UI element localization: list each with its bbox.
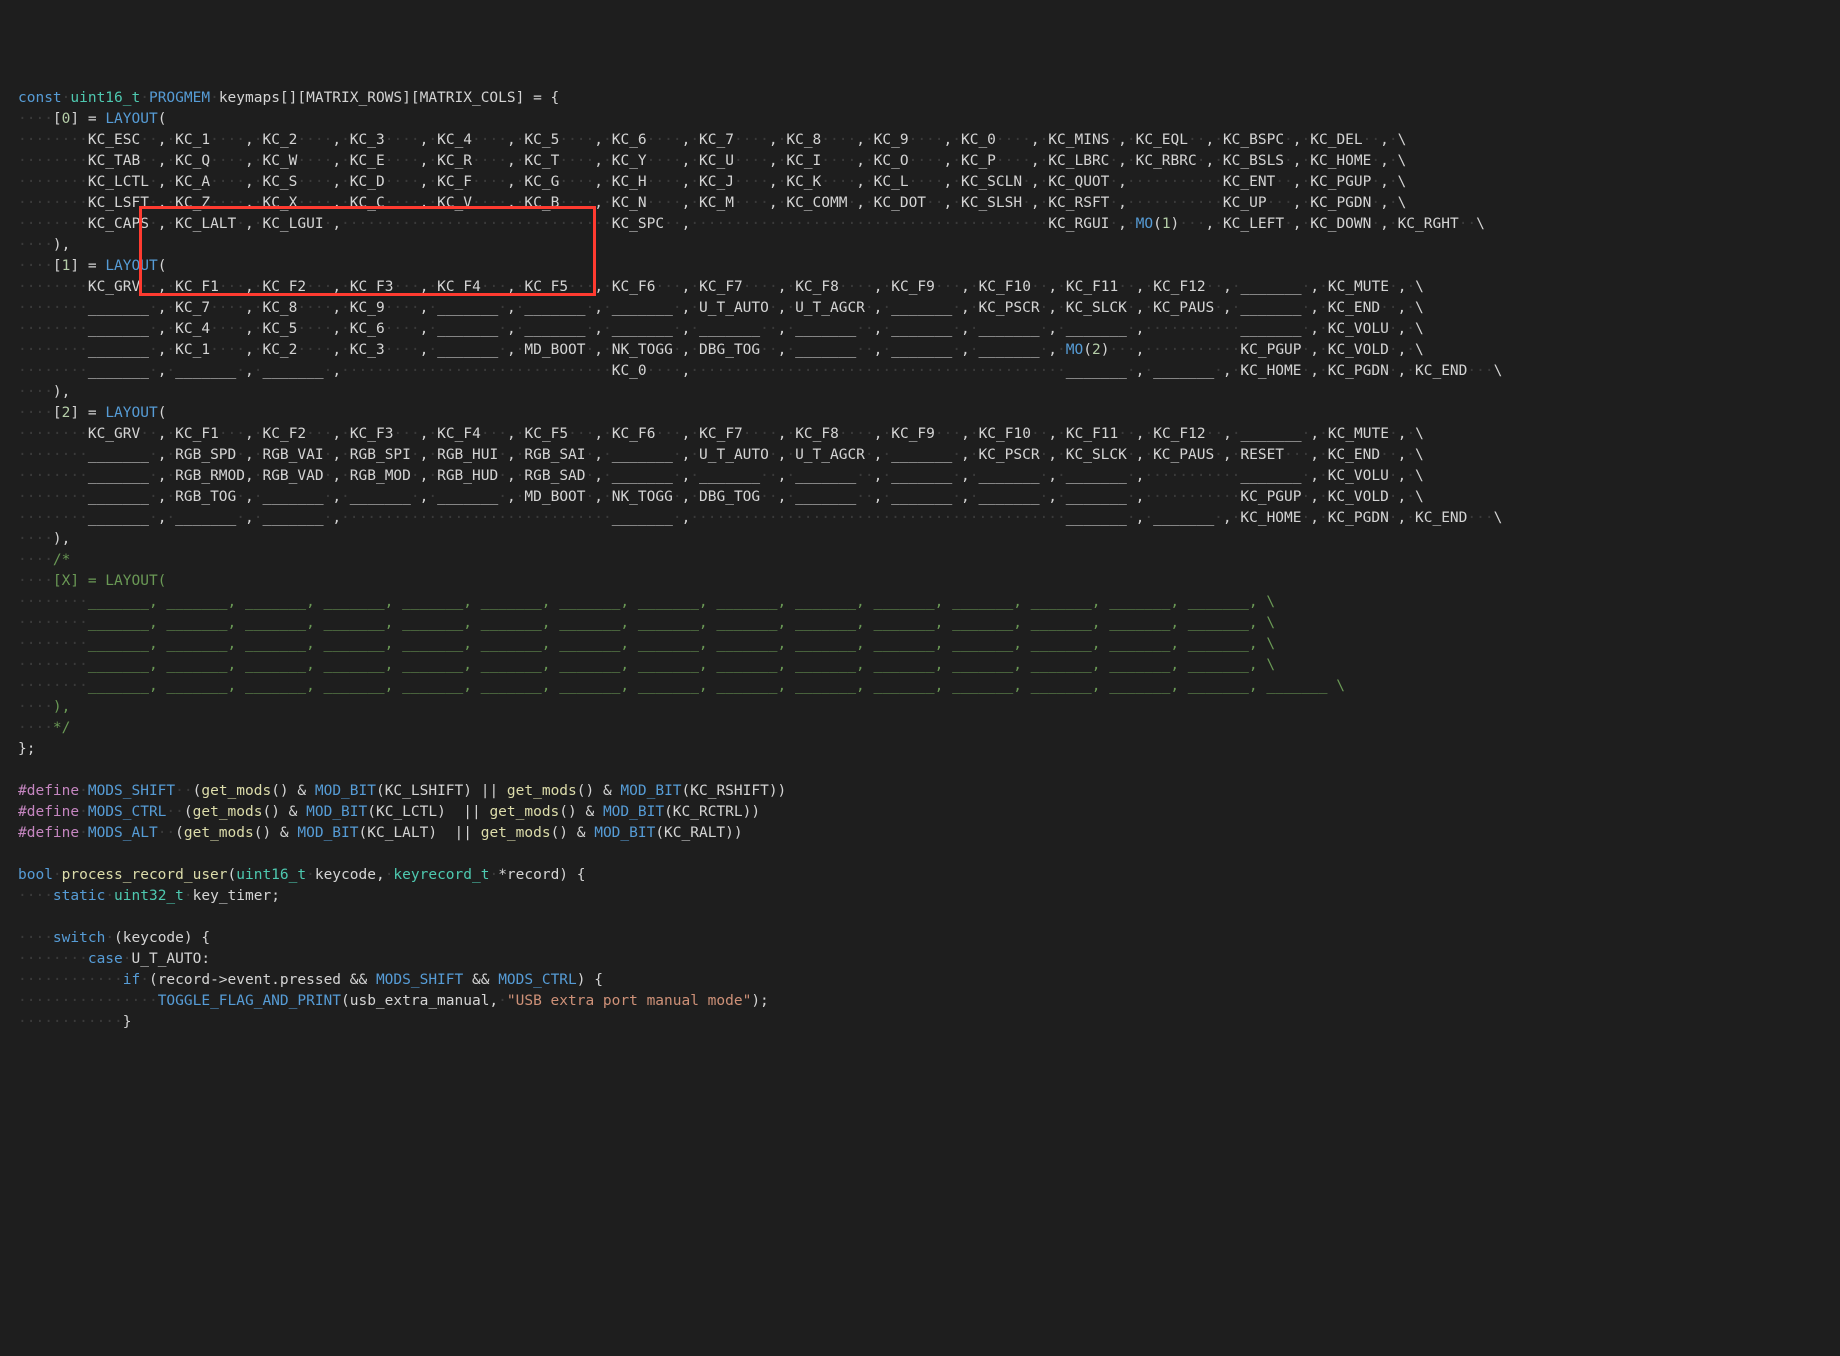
code-editor-content: const·uint16_t·PROGMEM·keymaps[][MATRIX_…	[18, 88, 1840, 1033]
